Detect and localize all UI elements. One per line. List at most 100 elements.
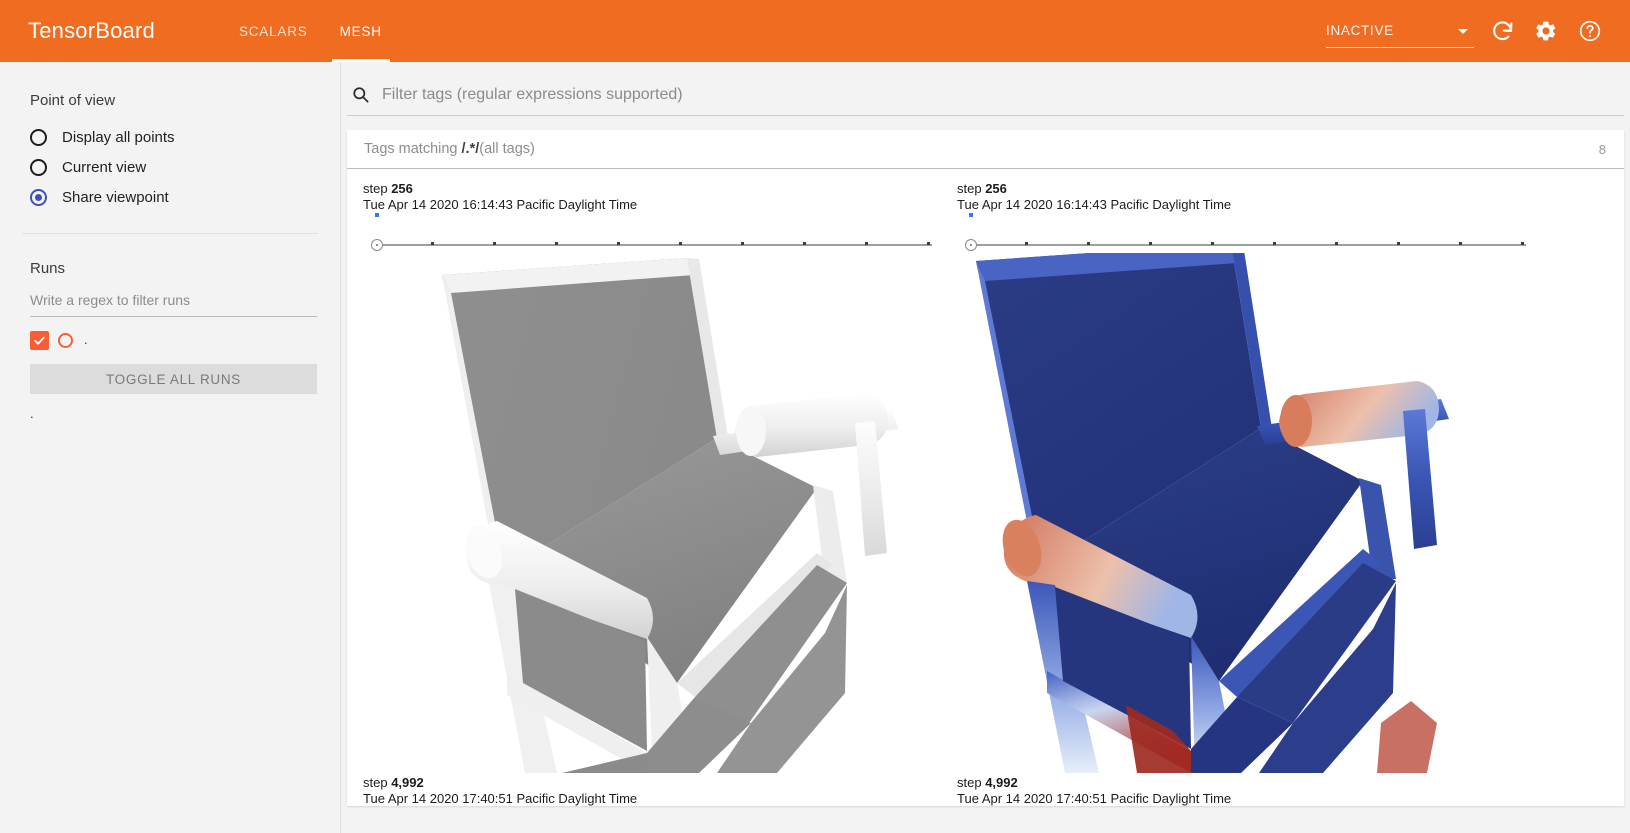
radio-display-all-points[interactable]: Display all points xyxy=(30,123,310,151)
run-status-dropdown[interactable]: INACTIVE xyxy=(1326,14,1474,48)
slider-tick xyxy=(1521,242,1524,245)
radio-label-display-all-points: Display all points xyxy=(62,128,175,146)
run-checkbox-checked-icon[interactable] xyxy=(30,330,49,350)
tag-group-suffix: (all tags) xyxy=(479,141,535,157)
slider-tick xyxy=(1273,242,1276,245)
slider-tick xyxy=(1211,242,1214,245)
chevron-down-icon xyxy=(1458,29,1468,34)
slider-tick xyxy=(1087,242,1090,245)
point-of-view-section: Point of view Display all points Current… xyxy=(0,62,340,211)
slider-tick xyxy=(1459,242,1462,245)
mesh-card-top-step: step 256 xyxy=(957,181,1535,196)
step-value: 256 xyxy=(391,181,413,196)
slider-track xyxy=(968,244,1526,246)
step-value: 4,992 xyxy=(391,775,424,790)
mesh-card: step 256 Tue Apr 14 2020 16:14:43 Pacifi… xyxy=(941,169,1535,806)
slider-tick xyxy=(679,242,682,245)
step-prefix: step xyxy=(957,775,986,790)
mesh-card-header: step 256 Tue Apr 14 2020 16:14:43 Pacifi… xyxy=(941,181,1535,217)
mesh-viewport-grayscale[interactable] xyxy=(347,253,941,773)
mesh-card-footer: step 4,992 Tue Apr 14 2020 17:40:51 Paci… xyxy=(347,773,941,806)
tag-group-card: Tags matching /.*/(all tags) 8 step 256 … xyxy=(347,130,1624,806)
run-color-circle-icon xyxy=(58,332,73,348)
settings-gear-icon[interactable] xyxy=(1524,9,1568,53)
date-text: Tue Apr 14 2020 16:14:43 Pacific Dayligh… xyxy=(363,197,638,212)
tag-group-title: Tags matching /.*/(all tags) xyxy=(364,141,535,157)
timeline-marker-dot-icon xyxy=(375,213,379,217)
point-of-view-title: Point of view xyxy=(30,92,116,109)
main-nav-tabs: SCALARS MESH xyxy=(223,0,398,62)
run-list-item[interactable]: . xyxy=(30,329,310,351)
tag-group-regex: /.*/ xyxy=(461,141,480,157)
step-value: 4,992 xyxy=(985,775,1018,790)
top-bar-actions: INACTIVE xyxy=(1326,0,1612,62)
runs-title: Runs xyxy=(30,260,66,277)
main-content: Tags matching /.*/(all tags) 8 step 256 … xyxy=(341,62,1630,833)
runs-trailing-text: . xyxy=(30,406,34,421)
step-slider[interactable] xyxy=(957,237,1527,253)
step-prefix: step xyxy=(957,181,986,196)
slider-tick xyxy=(1025,242,1028,245)
slider-tick xyxy=(1335,242,1338,245)
step-prefix: step xyxy=(363,775,392,790)
top-app-bar: TensorBoard SCALARS MESH INACTIVE xyxy=(0,0,1630,62)
mesh-card-bottom-date: Tue Apr 14 2020 17:40:51 Pacific Dayligh… xyxy=(957,791,1535,806)
step-value: 256 xyxy=(985,181,1007,196)
step-prefix: step xyxy=(363,181,392,196)
mesh-card-bottom-date: Tue Apr 14 2020 17:40:51 Pacific Dayligh… xyxy=(363,791,941,806)
slider-tick xyxy=(555,242,558,245)
radio-share-viewpoint[interactable]: Share viewpoint xyxy=(30,183,310,211)
slider-tick xyxy=(493,242,496,245)
tag-group-header[interactable]: Tags matching /.*/(all tags) 8 xyxy=(347,130,1624,169)
slider-thumb[interactable] xyxy=(965,239,977,251)
mesh-card: step 256 Tue Apr 14 2020 16:14:43 Pacifi… xyxy=(347,169,941,806)
radio-current-view[interactable]: Current view xyxy=(30,153,310,181)
radio-label-current-view: Current view xyxy=(62,158,147,176)
mesh-card-header: step 256 Tue Apr 14 2020 16:14:43 Pacifi… xyxy=(347,181,941,217)
tab-scalars[interactable]: SCALARS xyxy=(223,0,324,62)
slider-tick xyxy=(431,242,434,245)
mesh-card-top-step: step 256 xyxy=(363,181,941,196)
tag-group-prefix: Tags matching xyxy=(364,141,462,157)
app-brand-title: TensorBoard xyxy=(28,18,155,43)
tag-group-count: 8 xyxy=(1598,141,1606,157)
date-text: Tue Apr 14 2020 17:40:51 Pacific Dayligh… xyxy=(363,791,638,806)
left-sidebar: Point of view Display all points Current… xyxy=(0,62,341,833)
date-text: Tue Apr 14 2020 16:14:43 Pacific Dayligh… xyxy=(957,197,1232,212)
tag-filter-input[interactable] xyxy=(380,84,1624,105)
radio-icon-selected xyxy=(30,188,47,206)
slider-tick xyxy=(1397,242,1400,245)
tag-filter-bar xyxy=(347,74,1624,116)
radio-icon-unselected xyxy=(30,158,47,176)
mesh-viewport-coolwarm[interactable] xyxy=(941,253,1535,773)
mesh-card-top-date: Tue Apr 14 2020 16:14:43 Pacific Dayligh… xyxy=(363,197,941,217)
toggle-all-runs-button[interactable]: TOGGLE ALL RUNS xyxy=(30,364,317,394)
search-icon xyxy=(351,85,370,104)
slider-tick xyxy=(1149,242,1152,245)
runs-regex-input[interactable] xyxy=(30,287,317,317)
radio-label-share-viewpoint: Share viewpoint xyxy=(62,188,169,206)
mesh-card-bottom-step: step 4,992 xyxy=(363,775,941,790)
radio-icon-unselected xyxy=(30,128,47,146)
slider-tick xyxy=(803,242,806,245)
mesh-card-top-date: Tue Apr 14 2020 16:14:43 Pacific Dayligh… xyxy=(957,197,1535,217)
tab-mesh[interactable]: MESH xyxy=(324,0,398,62)
mesh-card-bottom-step: step 4,992 xyxy=(957,775,1535,790)
run-name-label: . xyxy=(84,332,88,347)
timeline-marker-dot-icon xyxy=(969,213,973,217)
step-slider[interactable] xyxy=(363,237,933,253)
slider-tick xyxy=(865,242,868,245)
runs-section: Runs . TOGGLE ALL RUNS . xyxy=(0,234,340,421)
slider-tick xyxy=(617,242,620,245)
help-icon[interactable] xyxy=(1568,9,1612,53)
mesh-chair-coolwarm-render xyxy=(941,253,1535,773)
date-text: Tue Apr 14 2020 17:40:51 Pacific Dayligh… xyxy=(957,791,1232,806)
slider-thumb[interactable] xyxy=(371,239,383,251)
slider-tick xyxy=(741,242,744,245)
mesh-card-footer: step 4,992 Tue Apr 14 2020 17:40:51 Paci… xyxy=(941,773,1535,806)
refresh-icon[interactable] xyxy=(1480,9,1524,53)
slider-track xyxy=(374,244,932,246)
mesh-card-grid: step 256 Tue Apr 14 2020 16:14:43 Pacifi… xyxy=(347,169,1624,806)
run-status-value: INACTIVE xyxy=(1326,23,1394,38)
mesh-chair-grayscale-render xyxy=(347,253,941,773)
